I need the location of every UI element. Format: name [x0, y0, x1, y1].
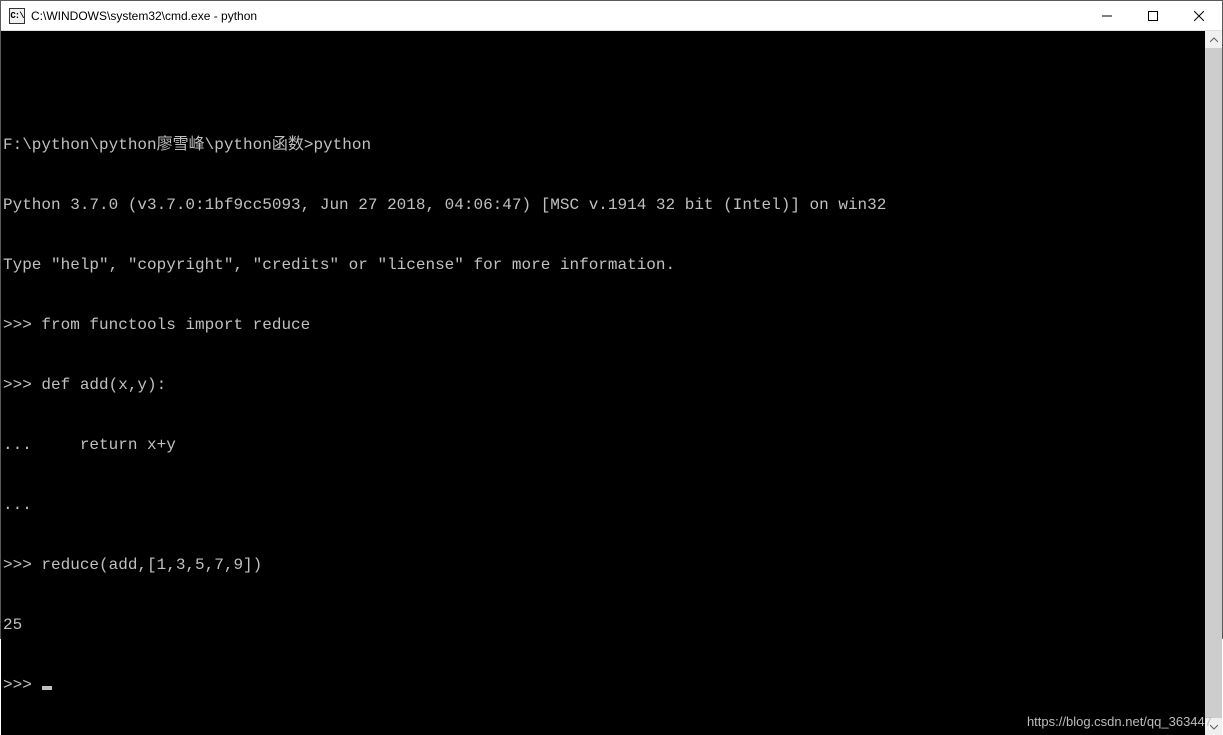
terminal-line: F:\python\python廖雪峰\python函数>python — [3, 135, 1205, 155]
terminal[interactable]: F:\python\python廖雪峰\python函数>python Pyth… — [1, 31, 1205, 735]
terminal-line: ... return x+y — [3, 435, 1205, 455]
terminal-line: Type "help", "copyright", "credits" or "… — [3, 255, 1205, 275]
close-icon — [1194, 11, 1204, 21]
window-controls — [1084, 1, 1222, 30]
scroll-down-button[interactable] — [1205, 718, 1222, 735]
minimize-icon — [1102, 11, 1112, 21]
terminal-line: >>> def add(x,y): — [3, 375, 1205, 395]
maximize-button[interactable] — [1130, 1, 1176, 30]
chevron-up-icon — [1210, 36, 1218, 44]
terminal-line: Python 3.7.0 (v3.7.0:1bf9cc5093, Jun 27 … — [3, 195, 1205, 215]
terminal-line: ... — [3, 495, 1205, 515]
maximize-icon — [1148, 11, 1158, 21]
scroll-up-button[interactable] — [1205, 31, 1222, 48]
terminal-line: 25 — [3, 615, 1205, 635]
chevron-down-icon — [1210, 723, 1218, 731]
cmd-window: C:\ C:\WINDOWS\system32\cmd.exe - python… — [0, 0, 1223, 639]
close-button[interactable] — [1176, 1, 1222, 30]
terminal-line-prompt: >>> — [3, 675, 1205, 695]
prompt-text: >>> — [3, 676, 41, 694]
terminal-line: >>> reduce(add,[1,3,5,7,9]) — [3, 555, 1205, 575]
scroll-track[interactable] — [1205, 48, 1222, 718]
vertical-scrollbar[interactable] — [1205, 31, 1222, 735]
cmd-icon: C:\ — [9, 8, 25, 24]
minimize-button[interactable] — [1084, 1, 1130, 30]
scroll-thumb[interactable] — [1205, 48, 1222, 718]
cursor — [42, 686, 52, 690]
terminal-line — [3, 75, 1205, 95]
titlebar[interactable]: C:\ C:\WINDOWS\system32\cmd.exe - python — [1, 1, 1222, 31]
terminal-line: >>> from functools import reduce — [3, 315, 1205, 335]
window-title: C:\WINDOWS\system32\cmd.exe - python — [31, 9, 1084, 23]
client-area: F:\python\python廖雪峰\python函数>python Pyth… — [1, 31, 1222, 735]
